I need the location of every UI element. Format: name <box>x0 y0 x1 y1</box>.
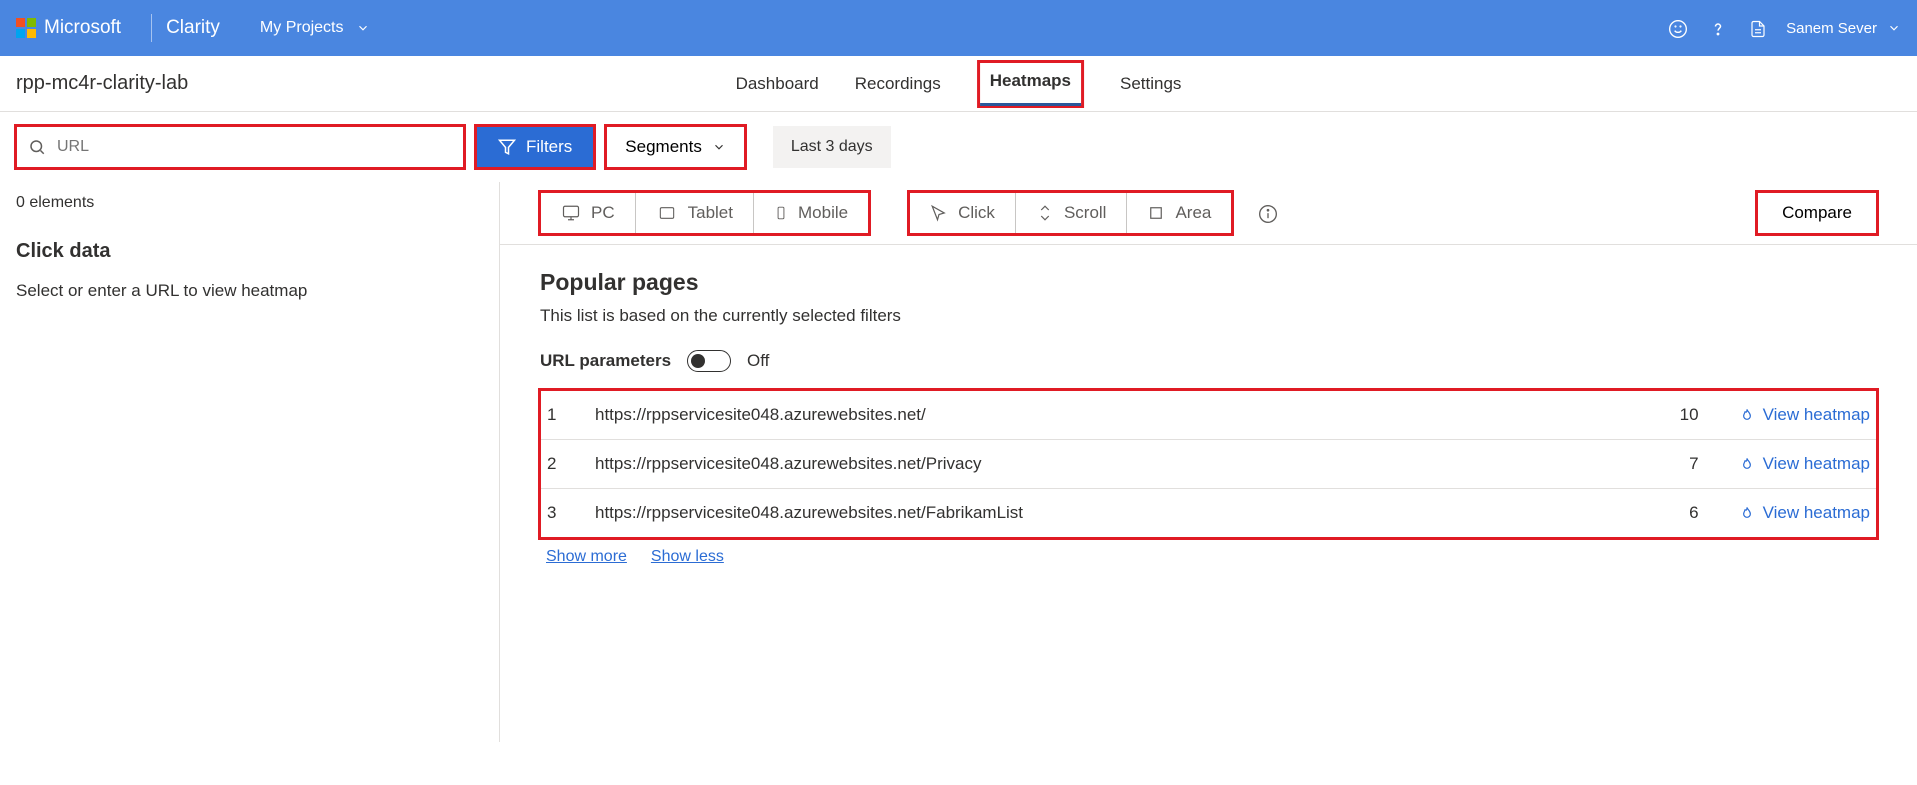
row-index: 1 <box>547 405 595 425</box>
compare-button[interactable]: Compare <box>1757 192 1877 234</box>
mode-area-label: Area <box>1175 203 1211 223</box>
elements-count: 0 elements <box>16 194 483 212</box>
url-parameters-toggle[interactable] <box>687 350 731 372</box>
feedback-icon[interactable] <box>1658 17 1698 38</box>
tab-settings[interactable]: Settings <box>1120 60 1181 108</box>
filter-bar: Filters Segments Last 3 days <box>0 112 1917 182</box>
mode-scroll[interactable]: Scroll <box>1016 193 1128 233</box>
mode-area[interactable]: Area <box>1127 193 1231 233</box>
chevron-down-icon <box>356 21 370 35</box>
flame-icon <box>1739 503 1755 523</box>
filters-button[interactable]: Filters <box>476 126 594 168</box>
tab-heatmaps[interactable]: Heatmaps <box>977 60 1084 108</box>
header-divider <box>151 14 152 42</box>
show-more-link[interactable]: Show more <box>546 548 627 566</box>
click-data-title: Click data <box>16 240 483 263</box>
project-subheader: rpp-mc4r-clarity-lab Dashboard Recording… <box>0 56 1917 112</box>
project-name: rpp-mc4r-clarity-lab <box>16 72 188 95</box>
url-parameters-row: URL parameters Off <box>540 350 1877 372</box>
url-input-wrap <box>16 126 464 168</box>
row-url: https://rppservicesite048.azurewebsites.… <box>595 503 1639 523</box>
subnav: Dashboard Recordings Heatmaps Settings <box>736 60 1182 108</box>
flame-icon <box>1739 405 1755 425</box>
microsoft-logo-icon <box>16 18 36 38</box>
chevron-down-icon <box>1887 21 1901 35</box>
url-parameters-state: Off <box>747 351 769 371</box>
popular-pages: Popular pages This list is based on the … <box>500 245 1917 590</box>
mode-segment: Click Scroll Area <box>909 192 1232 234</box>
row-index: 2 <box>547 454 595 474</box>
help-icon[interactable] <box>1698 17 1738 38</box>
brand-microsoft: Microsoft <box>44 17 121 39</box>
cursor-icon <box>930 204 948 222</box>
device-mobile[interactable]: Mobile <box>754 193 868 233</box>
popular-pages-title: Popular pages <box>540 269 1877 296</box>
table-row: 2https://rppservicesite048.azurewebsites… <box>541 440 1876 489</box>
sidebar-hint: Select or enter a URL to view heatmap <box>16 281 483 301</box>
mode-click-label: Click <box>958 203 995 223</box>
view-heatmap-link[interactable]: View heatmap <box>1739 454 1870 474</box>
mode-click[interactable]: Click <box>910 193 1016 233</box>
scroll-icon <box>1036 204 1054 222</box>
user-name: Sanem Sever <box>1786 20 1877 37</box>
sidebar: 0 elements Click data Select or enter a … <box>0 182 500 742</box>
segments-label: Segments <box>625 137 702 157</box>
row-count: 10 <box>1639 405 1699 425</box>
view-heatmap-link[interactable]: View heatmap <box>1739 405 1870 425</box>
document-icon[interactable] <box>1738 17 1778 38</box>
tab-dashboard[interactable]: Dashboard <box>736 60 819 108</box>
row-url: https://rppservicesite048.azurewebsites.… <box>595 454 1639 474</box>
search-icon <box>28 138 46 156</box>
mobile-icon <box>774 203 788 223</box>
show-links: Show more Show less <box>540 548 1877 566</box>
device-tablet-label: Tablet <box>688 203 733 223</box>
my-projects-menu[interactable]: My Projects <box>260 19 370 37</box>
view-heatmap-link[interactable]: View heatmap <box>1739 503 1870 523</box>
filter-icon <box>498 138 516 156</box>
device-segment: PC Tablet Mobile <box>540 192 869 234</box>
main: 0 elements Click data Select or enter a … <box>0 182 1917 742</box>
brand-clarity: Clarity <box>166 17 220 39</box>
row-index: 3 <box>547 503 595 523</box>
row-url: https://rppservicesite048.azurewebsites.… <box>595 405 1639 425</box>
url-input[interactable] <box>16 126 464 168</box>
date-range-chip[interactable]: Last 3 days <box>773 126 891 168</box>
device-mobile-label: Mobile <box>798 203 848 223</box>
my-projects-label: My Projects <box>260 19 344 37</box>
device-pc-label: PC <box>591 203 615 223</box>
heatmap-toolbar: PC Tablet Mobile Click Scroll <box>500 182 1917 245</box>
row-count: 6 <box>1639 503 1699 523</box>
row-count: 7 <box>1639 454 1699 474</box>
mode-scroll-label: Scroll <box>1064 203 1107 223</box>
microsoft-logo: Microsoft <box>16 17 121 39</box>
url-parameters-label: URL parameters <box>540 351 671 371</box>
global-header: Microsoft Clarity My Projects Sanem Seve… <box>0 0 1917 56</box>
table-row: 3https://rppservicesite048.azurewebsites… <box>541 489 1876 537</box>
chevron-down-icon <box>712 140 726 154</box>
flame-icon <box>1739 454 1755 474</box>
device-pc[interactable]: PC <box>541 193 636 233</box>
show-less-link[interactable]: Show less <box>651 548 724 566</box>
user-menu[interactable]: Sanem Sever <box>1786 20 1901 37</box>
filters-label: Filters <box>526 137 572 157</box>
popular-pages-table: 1https://rppservicesite048.azurewebsites… <box>540 390 1877 538</box>
monitor-icon <box>561 204 581 222</box>
area-icon <box>1147 204 1165 222</box>
popular-pages-subtitle: This list is based on the currently sele… <box>540 306 1877 326</box>
tablet-icon <box>656 205 678 221</box>
segments-button[interactable]: Segments <box>606 126 745 168</box>
content: PC Tablet Mobile Click Scroll <box>500 182 1917 742</box>
device-tablet[interactable]: Tablet <box>636 193 754 233</box>
info-icon[interactable] <box>1258 202 1278 223</box>
table-row: 1https://rppservicesite048.azurewebsites… <box>541 391 1876 440</box>
tab-recordings[interactable]: Recordings <box>855 60 941 108</box>
